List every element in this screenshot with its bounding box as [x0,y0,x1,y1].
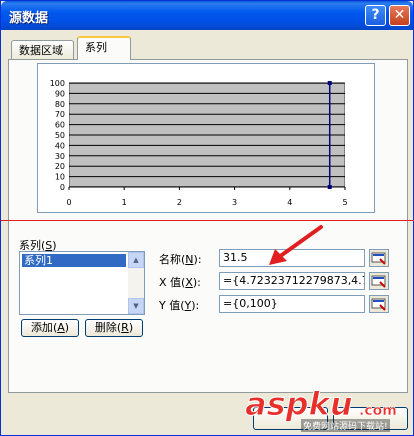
scroll-up-icon[interactable]: ▲ [128,252,144,268]
y-ref-button[interactable] [369,295,389,313]
scroll-down-icon[interactable]: ▼ [128,298,144,314]
svg-text:.com: .com [359,403,397,419]
annotation-divider-line [1,220,414,221]
x-values-input[interactable]: ={4.72323712279873,4.72323712279873} [219,272,365,290]
chart-svg: 01020304050607080901000 1 2 3 4 5 [50,79,348,207]
name-label-text: 名称 [159,253,181,266]
y-hotkey: Y [184,299,192,312]
y-values-label: Y 值(Y): [159,299,200,312]
series-list-item[interactable]: 系列1 [22,254,126,267]
add-series-button[interactable]: 添加(A) [21,319,79,337]
collapse-dialog-icon [371,298,386,311]
x-tick-label: 3 [232,198,237,207]
source-data-dialog: 源数据 ? ✕ 数据区域 系列 0 10 20 30 40 50 60 70 80 90 100 0 1… [0,0,414,436]
y-tick-label: 50 [55,131,65,140]
x-tick-label: 5 [342,198,347,207]
y-tick-label: 60 [55,121,65,130]
annotation-arrow-icon [269,225,323,265]
y-tick-label: 90 [55,89,65,98]
y-tick-label: 20 [55,162,65,171]
y-values-input[interactable]: ={0,100} [219,295,365,313]
x-tick-label: 2 [177,198,182,207]
name-field-label: 名称(N): [159,253,202,266]
y-tick-label: 80 [55,100,65,109]
x-tick-label: 0 [66,198,71,207]
x-tick-label: 4 [287,198,292,207]
x-values-label: X 值(X): [159,276,201,289]
remove-label: 删除 [94,321,117,334]
watermark-subtitle: 免费网站源码下载站! [301,419,390,432]
x-label-text: X 值 [159,276,182,289]
y-tick-label: 70 [55,110,65,119]
x-hotkey: X [185,276,193,289]
x-ref-button[interactable] [369,272,389,290]
tab-series[interactable]: 系列 [77,36,131,60]
data-point [327,81,332,85]
name-ref-button[interactable] [369,249,389,267]
y-tick-label: 40 [55,141,65,150]
remove-hotkey: R [121,321,129,334]
y-tick-label: 0 [60,183,65,192]
remove-series-button[interactable]: 删除(R) [85,319,143,337]
y-tick-label: 10 [55,173,65,182]
collapse-dialog-icon [371,252,386,265]
series-listbox[interactable]: 系列1 ▲ ▼ [19,251,145,315]
add-label: 添加 [30,321,53,334]
add-hotkey: A [57,321,65,334]
y-tick-label: 100 [50,79,65,88]
x-tick-label: 1 [122,198,127,207]
y-label-text: Y 值 [159,299,181,312]
name-hotkey: N [185,253,194,266]
y-tick-label: 30 [55,152,65,161]
data-point [327,185,332,189]
series-scrollbar[interactable]: ▲ ▼ [128,252,144,314]
collapse-dialog-icon [371,275,386,288]
svg-text:aspku: aspku [245,385,353,423]
